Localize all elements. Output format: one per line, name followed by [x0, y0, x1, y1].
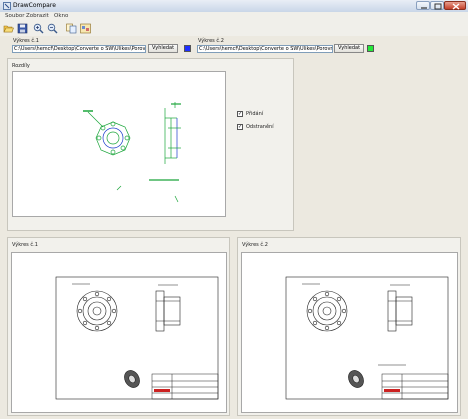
app-icon: [3, 2, 11, 10]
menu-okno[interactable]: Okno: [54, 13, 68, 19]
differences-panel: Rozdíly ✓ Přidání ✓ Odstranění: [7, 58, 294, 231]
file1-path-input[interactable]: C:\Users\hemcf\Desktop\Converte o SW\Uli…: [12, 45, 146, 53]
close-icon: [452, 3, 460, 10]
additions-label: Přidání: [246, 111, 264, 117]
minimize-button[interactable]: [416, 1, 430, 10]
drawing1-iso-view: [124, 370, 140, 388]
toolbar: [0, 21, 468, 36]
drawing1-sheet: [55, 276, 219, 400]
file1-label: Výkres č.1: [13, 38, 39, 44]
file2-color-swatch[interactable]: [367, 45, 374, 52]
drawing1-side-view: [155, 284, 181, 332]
differences-panel-title: Rozdíly: [12, 63, 30, 69]
menu-soubor[interactable]: Soubor: [5, 13, 24, 19]
open-icon[interactable]: [3, 23, 14, 34]
zoom-out-icon[interactable]: [47, 23, 58, 34]
drawing1-panel: Výkres č.1: [7, 237, 230, 416]
additions-checkbox[interactable]: ✓: [237, 111, 243, 117]
removals-checkbox[interactable]: ✓: [237, 124, 243, 130]
maximize-icon: [434, 3, 442, 10]
drawing1-canvas[interactable]: [11, 252, 227, 413]
menu-zobrazit[interactable]: Zobrazit: [26, 13, 49, 19]
drawing1-title-block: [151, 373, 219, 400]
drawing1-front-view: [72, 283, 118, 332]
file1-browse-button[interactable]: Vyhledat: [148, 44, 178, 53]
differences-canvas[interactable]: [12, 71, 226, 217]
title-bar: DrawCompare: [0, 0, 468, 12]
window-title: DrawCompare: [13, 2, 56, 9]
compare-icon[interactable]: [66, 23, 77, 34]
diff-front-view: [83, 110, 131, 156]
save-icon[interactable]: [17, 23, 28, 34]
maximize-button[interactable]: [430, 1, 444, 10]
drawing2-front-view: [302, 283, 348, 332]
zoom-in-icon[interactable]: [33, 23, 44, 34]
drawing2-panel-title: Výkres č.2: [242, 242, 268, 248]
settings-icon[interactable]: [80, 23, 91, 34]
drawing2-iso-view: [348, 364, 406, 388]
file1-color-swatch[interactable]: [184, 45, 191, 52]
drawing2-canvas[interactable]: [241, 252, 458, 413]
drawing2-side-view: [387, 284, 413, 332]
minimize-icon: [421, 7, 427, 9]
file2-path-input[interactable]: C:\Users\hemcf\Desktop\Converte o SW\Uli…: [197, 45, 333, 53]
drawing1-panel-title: Výkres č.1: [12, 242, 38, 248]
differences-drawing: [83, 102, 181, 203]
file2-label: Výkres č.2: [198, 38, 224, 44]
app-window: DrawCompare Soubor Zobrazit Okno Výkres …: [0, 0, 468, 419]
diff-side-view: [164, 102, 181, 164]
diff-title-block: [116, 179, 179, 203]
drawing2-panel: Výkres č.2: [237, 237, 461, 416]
file2-browse-button[interactable]: Vyhledat: [334, 44, 364, 53]
drawing2-sheet: [285, 276, 449, 400]
removals-label: Odstranění: [246, 124, 274, 130]
close-button[interactable]: [444, 1, 466, 10]
drawing2-title-block: [381, 373, 449, 400]
